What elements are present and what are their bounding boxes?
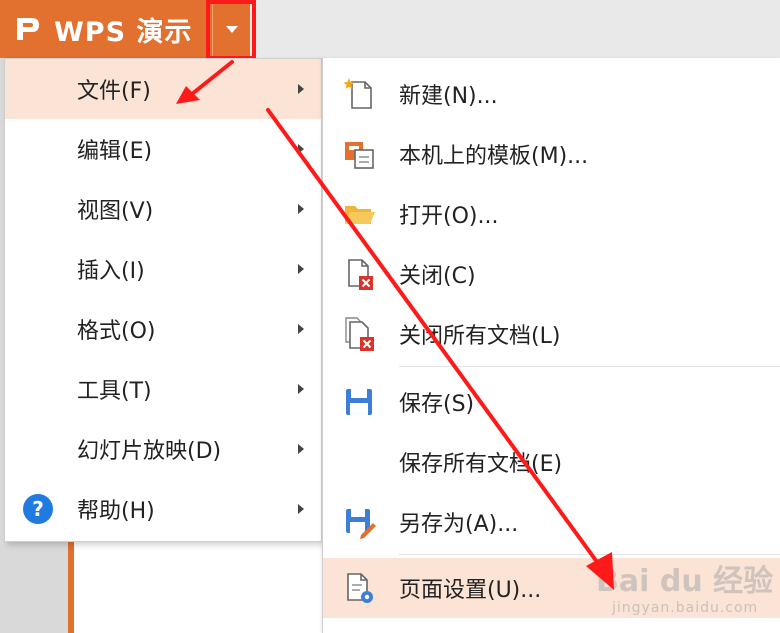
new-document-icon	[343, 76, 377, 112]
menu-item-label: 幻灯片放映(D)	[77, 439, 222, 464]
menu-item-label: 帮助(H)	[77, 499, 155, 524]
submenu-item-label: 关闭(C)	[399, 264, 476, 289]
chevron-right-icon	[298, 444, 304, 454]
chevron-right-icon	[298, 504, 304, 514]
menu-item-tools[interactable]: 工具(T)	[5, 359, 321, 419]
menu-item-file[interactable]: 文件(F)	[5, 59, 321, 119]
watermark-main-text: Bai du 经验	[596, 564, 774, 599]
menu-item-label: 工具(T)	[77, 379, 152, 404]
menu-item-insert[interactable]: 插入(I)	[5, 239, 321, 299]
chevron-right-icon	[298, 384, 304, 394]
submenu-item-save-all[interactable]: 保存所有文档(E)	[323, 432, 780, 492]
wps-logo-icon	[12, 14, 42, 44]
submenu-item-label: 页面设置(U)...	[399, 578, 542, 603]
baidu-jingyan-watermark: Bai du 经验 jingyan.baidu.com	[596, 548, 780, 633]
submenu-item-label: 本机上的模板(M)...	[399, 144, 589, 169]
menu-item-label: 文件(F)	[77, 79, 151, 104]
save-as-icon	[343, 504, 377, 540]
chevron-right-icon	[298, 264, 304, 274]
submenu-item-label: 打开(O)...	[399, 204, 499, 229]
folder-open-icon	[343, 196, 377, 232]
submenu-item-label: 保存(S)	[399, 392, 475, 417]
watermark-sub-text: jingyan.baidu.com	[612, 600, 759, 616]
menu-separator	[399, 366, 780, 367]
page-setup-icon	[343, 570, 377, 606]
help-icon: ?	[23, 494, 53, 524]
app-title: WPS 演示	[54, 16, 193, 48]
submenu-item-label: 另存为(A)...	[399, 512, 519, 537]
chevron-right-icon	[298, 204, 304, 214]
menu-item-view[interactable]: 视图(V)	[5, 179, 321, 239]
submenu-item-new[interactable]: 新建(N)...	[323, 64, 780, 124]
file-submenu: 新建(N)... 本机上的模板(M)... 打开(O)... 关闭(C) 关闭所…	[322, 58, 780, 633]
annotation-highlight-box	[206, 0, 256, 60]
slide-canvas	[74, 530, 324, 633]
submenu-item-close[interactable]: 关闭(C)	[323, 244, 780, 304]
menu-item-label: 视图(V)	[77, 199, 154, 224]
close-document-icon	[343, 256, 377, 292]
submenu-item-close-all[interactable]: 关闭所有文档(L)	[323, 304, 780, 364]
submenu-item-label: 保存所有文档(E)	[399, 452, 563, 477]
submenu-item-open[interactable]: 打开(O)...	[323, 184, 780, 244]
main-menu: 文件(F) 编辑(E) 视图(V) 插入(I) 格式(O) 工具(T) 幻灯片放…	[4, 58, 322, 542]
submenu-item-save[interactable]: 保存(S)	[323, 372, 780, 432]
menu-item-edit[interactable]: 编辑(E)	[5, 119, 321, 179]
menu-item-label: 编辑(E)	[77, 139, 153, 164]
menu-item-help[interactable]: ? 帮助(H)	[5, 479, 321, 539]
submenu-item-label: 新建(N)...	[399, 84, 498, 109]
submenu-item-save-as[interactable]: 另存为(A)...	[323, 492, 780, 552]
submenu-item-label: 关闭所有文档(L)	[399, 324, 561, 349]
submenu-item-local-templates[interactable]: 本机上的模板(M)...	[323, 124, 780, 184]
save-icon	[343, 384, 377, 420]
chevron-right-icon	[298, 324, 304, 334]
template-icon	[343, 136, 377, 172]
menu-item-label: 插入(I)	[77, 259, 145, 284]
menu-item-slideshow[interactable]: 幻灯片放映(D)	[5, 419, 321, 479]
title-bar: WPS 演示	[0, 0, 780, 60]
app-menu-button[interactable]: WPS 演示	[0, 0, 212, 58]
menu-item-format[interactable]: 格式(O)	[5, 299, 321, 359]
close-all-documents-icon	[343, 316, 377, 352]
chevron-right-icon	[298, 144, 304, 154]
chevron-right-icon	[298, 84, 304, 94]
menu-item-label: 格式(O)	[77, 319, 156, 344]
